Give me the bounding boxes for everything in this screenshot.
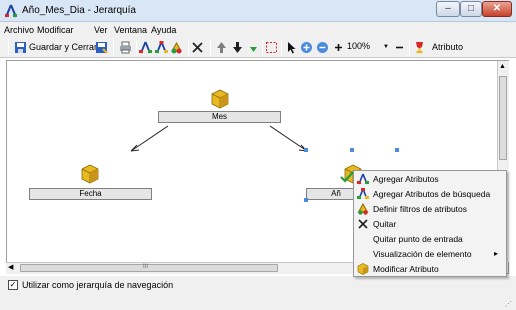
menu-ventana[interactable]: Ventana	[114, 25, 147, 35]
submenu-arrow-icon: ▸	[494, 249, 499, 258]
app-hierarchy-icon	[5, 4, 17, 18]
save-icon[interactable]	[14, 41, 27, 54]
cursor-check-icon	[340, 171, 354, 183]
node-fecha[interactable]: Fecha	[29, 188, 152, 200]
save-and-close-button[interactable]: Guardar y Cerrar	[29, 42, 97, 52]
menu-ayuda[interactable]: Ayuda	[151, 25, 176, 35]
ctx-define-filters[interactable]: Definir filtros de atributos	[354, 202, 506, 217]
hierarchy-icon	[357, 173, 369, 185]
menu-modificar[interactable]: Modificar	[37, 25, 74, 35]
chevron-down-icon[interactable]: ▼	[383, 44, 389, 50]
window-title: Año_Mes_Dia - Jerarquía	[22, 5, 136, 16]
vertical-scrollbar-thumb[interactable]	[499, 76, 507, 160]
scrollbar-grip: III	[143, 264, 149, 270]
ctx-label: Agregar Atributos	[373, 174, 439, 184]
attribute-filter-icon[interactable]	[170, 41, 183, 54]
ctx-add-lookup-attributes[interactable]: Agregar Atributos de búsqueda	[354, 187, 506, 202]
navigation-hierarchy-label: Utilizar como jerarquía de navegación	[22, 280, 174, 290]
marquee-select-icon[interactable]	[265, 41, 278, 54]
hierarchy-lookup-icon	[357, 188, 369, 200]
ctx-label: Definir filtros de atributos	[373, 204, 468, 214]
set-entry-point-icon[interactable]	[247, 41, 260, 54]
pointer-icon[interactable]	[285, 41, 298, 54]
move-up-icon[interactable]	[215, 41, 228, 54]
menu-bar	[0, 22, 516, 36]
attribute-cube-icon	[211, 89, 229, 109]
ctx-add-attributes[interactable]: Agregar Atributos	[354, 172, 506, 187]
toolbar-separator	[262, 39, 263, 55]
toolbar-separator	[210, 39, 211, 55]
resize-grip-icon[interactable]: ⋰	[505, 300, 512, 308]
selection-handle[interactable]	[304, 198, 308, 202]
menu-archivo[interactable]: Archivo	[4, 25, 34, 35]
toolbar-separator	[188, 39, 189, 55]
delete-icon[interactable]	[191, 41, 204, 54]
scroll-left-icon[interactable]: ◀	[8, 263, 13, 271]
horizontal-scrollbar-thumb[interactable]	[20, 264, 278, 272]
toolbar-separator	[136, 39, 137, 55]
ctx-label: Quitar punto de entrada	[373, 234, 463, 244]
zoom-plus-icon[interactable]	[332, 41, 345, 54]
ctx-modify-attribute[interactable]: Modificar Atributo	[354, 262, 506, 277]
scroll-up-icon[interactable]: ▲	[499, 63, 506, 70]
attribute-trophy-icon[interactable]	[413, 41, 426, 54]
minimize-button[interactable]: –	[436, 1, 460, 17]
attribute-button[interactable]: Atributo	[432, 42, 463, 52]
print-icon[interactable]	[119, 41, 132, 54]
zoom-in-icon[interactable]	[300, 41, 313, 54]
toolbar-separator	[281, 39, 282, 55]
toolbar-grip	[8, 39, 9, 55]
ctx-remove[interactable]: Quitar	[354, 217, 506, 232]
navigation-hierarchy-checkbox[interactable]: ✓	[8, 280, 18, 290]
maximize-button[interactable]: □	[460, 1, 482, 17]
menu-ver[interactable]: Ver	[94, 25, 108, 35]
context-menu: Agregar Atributos Agregar Atributos de b…	[353, 170, 507, 277]
ctx-label: Quitar	[373, 219, 397, 229]
move-down-icon[interactable]	[231, 41, 244, 54]
close-button[interactable]: ✕	[482, 1, 512, 17]
cube-icon	[357, 263, 369, 275]
x-icon	[358, 219, 368, 229]
zoom-minus-icon[interactable]	[393, 41, 406, 54]
filter-icon	[357, 203, 369, 215]
ctx-label: Visualización de elemento	[373, 249, 472, 259]
toolbar-separator	[113, 39, 114, 55]
ctx-label: Agregar Atributos de búsqueda	[373, 189, 491, 199]
add-lookup-attributes-icon[interactable]	[155, 41, 168, 54]
selection-handle[interactable]	[350, 148, 354, 152]
zoom-out-icon[interactable]	[316, 41, 329, 54]
ctx-remove-entry-point[interactable]: Quitar punto de entrada	[354, 232, 506, 247]
ctx-element-display[interactable]: Visualización de elemento ▸	[354, 247, 506, 262]
save-as-icon[interactable]	[95, 41, 108, 54]
selection-handle[interactable]	[395, 148, 399, 152]
ctx-label: Modificar Atributo	[373, 264, 439, 274]
add-attributes-icon[interactable]	[139, 41, 152, 54]
attribute-cube-icon	[81, 164, 99, 184]
node-mes[interactable]: Mes	[158, 111, 281, 123]
selection-handle[interactable]	[304, 148, 308, 152]
toolbar-separator	[409, 39, 410, 55]
